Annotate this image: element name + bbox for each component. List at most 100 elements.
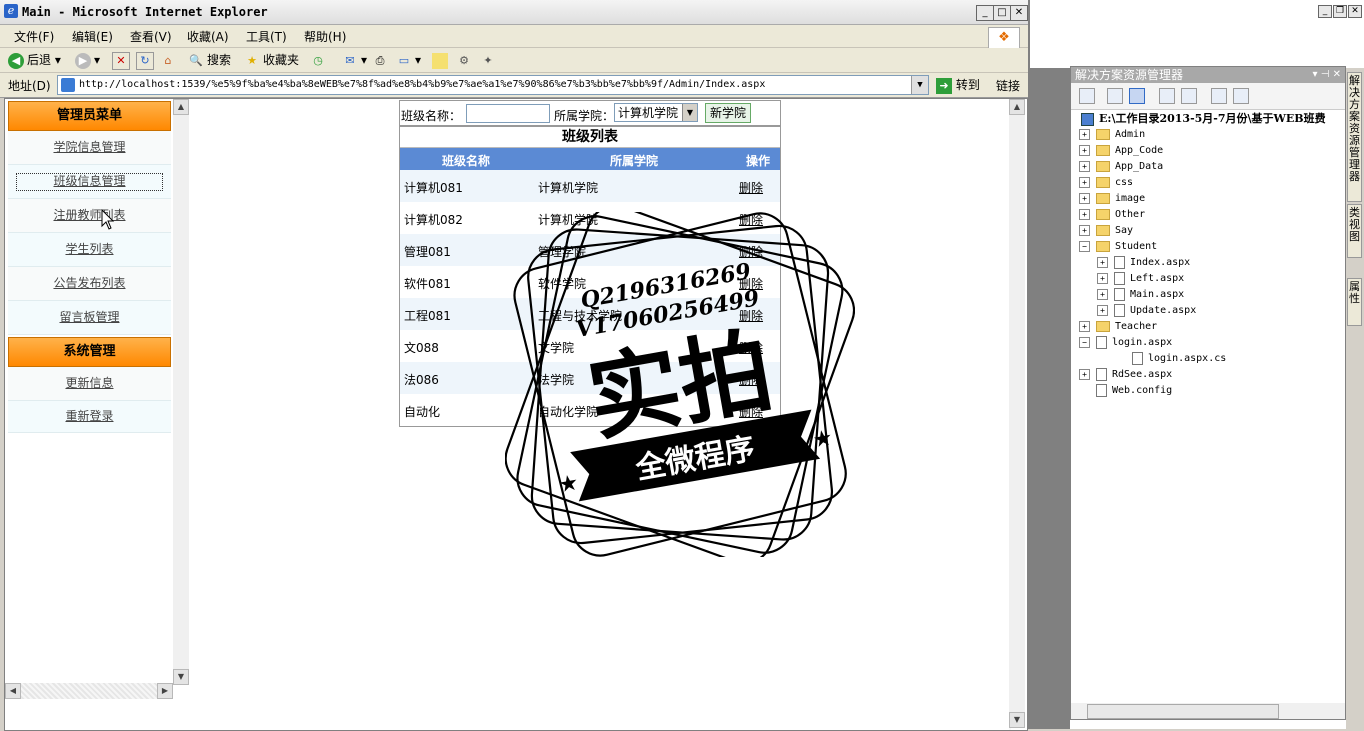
address-dropdown-button[interactable]: ▼ — [911, 76, 928, 94]
delete-link[interactable]: 删除 — [739, 211, 763, 228]
edit-button[interactable]: ▭ ▾ — [396, 51, 421, 69]
tree-node[interactable]: + RdSee.aspx — [1079, 367, 1172, 383]
collapse-icon[interactable]: − — [1079, 240, 1090, 252]
expand-icon[interactable]: + — [1097, 256, 1108, 268]
tree-node[interactable]: + Other — [1079, 207, 1145, 223]
left-horizontal-scrollbar[interactable]: ◀ ▶ — [5, 683, 173, 699]
show-all-files-icon[interactable] — [1129, 88, 1145, 104]
home-button[interactable]: ⌂ — [160, 51, 179, 69]
expand-icon[interactable]: + — [1079, 368, 1090, 380]
tree-node[interactable]: + Say — [1079, 223, 1133, 239]
tree-node[interactable]: + Teacher — [1079, 319, 1157, 335]
menu-favorites[interactable]: 收藏(A) — [187, 28, 229, 45]
forward-button[interactable]: ▶ ▾ — [75, 51, 100, 69]
delete-link[interactable]: 删除 — [739, 371, 763, 388]
menu-item-update[interactable]: 更新信息 — [8, 367, 171, 401]
vs-minimize-button[interactable]: _ — [1318, 5, 1332, 18]
scroll-left-arrow-icon[interactable]: ◀ — [5, 683, 21, 699]
expand-icon[interactable]: + — [1079, 144, 1090, 156]
scroll-down-arrow-icon[interactable]: ▼ — [173, 669, 189, 685]
mail-button[interactable]: ✉ ▾ — [342, 51, 367, 69]
expand-icon[interactable]: + — [1097, 288, 1108, 300]
vs-close-button[interactable]: ✕ — [1348, 5, 1362, 18]
menu-help[interactable]: 帮助(H) — [304, 28, 346, 45]
view-designer-icon[interactable] — [1181, 88, 1197, 104]
scroll-up-arrow-icon[interactable]: ▲ — [173, 99, 189, 115]
expand-icon[interactable]: + — [1079, 160, 1090, 172]
search-button[interactable]: 🔍 搜索 — [188, 51, 231, 69]
expand-icon[interactable]: + — [1079, 208, 1090, 220]
tree-node[interactable]: + Index.aspx — [1097, 255, 1190, 271]
tab-solution-explorer[interactable]: 解决方案资源管理器 — [1347, 72, 1362, 202]
scroll-down-arrow-icon[interactable]: ▼ — [1009, 712, 1025, 728]
delete-link[interactable]: 删除 — [739, 243, 763, 260]
back-button[interactable]: ◀ 后退 ▾ — [8, 51, 61, 69]
vs-restore-button[interactable]: ❐ — [1333, 5, 1347, 18]
refresh-icon[interactable] — [1107, 88, 1123, 104]
research-button[interactable]: ⚙ — [456, 51, 475, 69]
menu-tools[interactable]: 工具(T) — [246, 28, 287, 45]
tree-node[interactable]: + App_Data — [1079, 159, 1163, 175]
expand-icon[interactable]: + — [1079, 128, 1090, 140]
expand-icon[interactable]: + — [1079, 224, 1090, 236]
go-button[interactable]: ➜ 转到 — [936, 76, 980, 94]
page-vertical-scrollbar[interactable]: ▲ ▼ — [1009, 99, 1025, 728]
tree-node[interactable]: − login.aspx — [1079, 335, 1172, 351]
left-vertical-scrollbar[interactable]: ▲ ▼ — [173, 99, 189, 685]
college-select[interactable]: 计算机学院 ▼ — [614, 103, 698, 122]
tree-node[interactable]: Web.config — [1079, 383, 1172, 399]
menu-file[interactable]: 文件(F) — [14, 28, 54, 45]
menu-item-notices[interactable]: 公告发布列表 — [8, 267, 171, 301]
view-code-icon[interactable] — [1159, 88, 1175, 104]
expand-icon[interactable]: + — [1079, 176, 1090, 188]
scroll-right-arrow-icon[interactable]: ▶ — [157, 683, 173, 699]
expand-icon[interactable]: + — [1079, 192, 1090, 204]
maximize-button[interactable]: □ — [993, 5, 1011, 21]
delete-link[interactable]: 删除 — [739, 339, 763, 356]
asp-config-icon[interactable] — [1233, 88, 1249, 104]
tab-class-view[interactable]: 类视图 — [1347, 204, 1362, 258]
add-college-button[interactable]: 新学院 — [705, 103, 751, 123]
tree-node[interactable]: + Main.aspx — [1097, 287, 1184, 303]
copy-website-icon[interactable] — [1211, 88, 1227, 104]
properties-icon[interactable] — [1079, 88, 1095, 104]
menu-item-relogin[interactable]: 重新登录 — [8, 401, 171, 433]
panel-controls[interactable]: ▾ ⊣ ✕ — [1313, 67, 1341, 83]
address-input[interactable]: http://localhost:1539/%e5%9f%ba%e4%ba%8e… — [57, 75, 929, 95]
close-button[interactable]: ✕ — [1010, 5, 1028, 21]
class-name-input[interactable] — [466, 104, 550, 123]
tree-node[interactable]: + Admin — [1079, 127, 1145, 143]
refresh-button[interactable]: ↻ — [136, 51, 157, 70]
stop-button[interactable]: ✕ — [112, 51, 133, 70]
delete-link[interactable]: 删除 — [739, 403, 763, 420]
tree-node[interactable]: + App_Code — [1079, 143, 1163, 159]
menu-edit[interactable]: 编辑(E) — [72, 28, 113, 45]
menu-view[interactable]: 查看(V) — [130, 28, 172, 45]
tree-node[interactable]: − Student — [1079, 239, 1157, 255]
collapse-icon[interactable]: − — [1079, 336, 1090, 348]
menu-item-class[interactable]: 班级信息管理 — [8, 165, 171, 199]
expand-icon[interactable]: + — [1079, 320, 1090, 332]
delete-link[interactable]: 删除 — [739, 179, 763, 196]
links-button[interactable]: 链接 — [996, 77, 1020, 94]
print-button[interactable]: ⎙ — [372, 51, 391, 69]
expand-icon[interactable]: + — [1097, 304, 1108, 316]
title-bar[interactable]: e Main - Microsoft Internet Explorer _ □… — [0, 0, 1028, 25]
history-button[interactable]: ◷ — [310, 51, 329, 69]
tree-node[interactable]: login.aspx.cs — [1097, 351, 1226, 367]
menu-item-teachers[interactable]: 注册教师列表 — [8, 199, 171, 233]
scroll-up-arrow-icon[interactable]: ▲ — [1009, 99, 1025, 115]
expand-icon[interactable]: + — [1097, 272, 1108, 284]
messenger-button[interactable]: ✦ — [480, 51, 499, 69]
tree-node[interactable]: + Update.aspx — [1097, 303, 1196, 319]
solution-horizontal-scrollbar[interactable] — [1071, 703, 1345, 719]
scroll-thumb[interactable] — [1087, 704, 1279, 719]
menu-item-students[interactable]: 学生列表 — [8, 233, 171, 267]
discuss-button[interactable] — [432, 51, 451, 69]
tree-node[interactable]: + image — [1079, 191, 1145, 207]
delete-link[interactable]: 删除 — [739, 275, 763, 292]
delete-link[interactable]: 删除 — [739, 307, 763, 324]
menu-item-college[interactable]: 学院信息管理 — [8, 131, 171, 165]
tree-node[interactable]: E:\工作目录2013-5月-7月份\基于WEB班费 — [1081, 111, 1326, 127]
favorites-button[interactable]: ★ 收藏夹 — [244, 51, 299, 69]
